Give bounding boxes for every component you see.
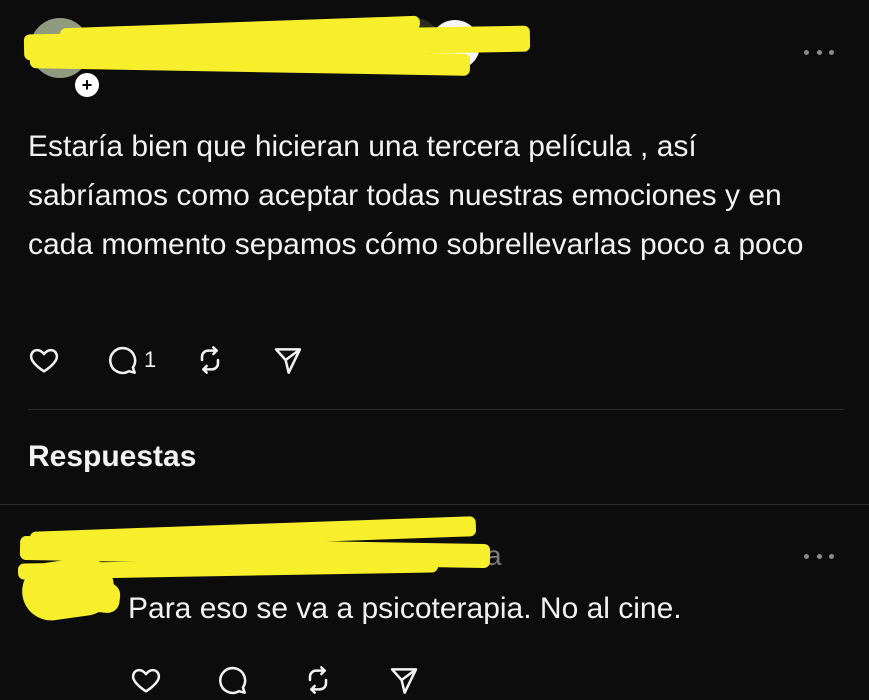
divider xyxy=(28,409,844,410)
send-icon xyxy=(390,668,418,694)
like-button[interactable] xyxy=(130,664,162,696)
reply-button[interactable]: 1 xyxy=(106,344,156,376)
send-icon xyxy=(274,348,302,374)
more-options-icon[interactable] xyxy=(804,46,834,58)
repost-button[interactable] xyxy=(302,664,334,696)
repost-button[interactable] xyxy=(194,344,226,376)
reply-actions xyxy=(130,664,420,696)
more-options-icon[interactable] xyxy=(804,550,834,562)
like-button[interactable] xyxy=(28,344,60,376)
post-text: Estaría bien que hicieran una tercera pe… xyxy=(28,130,804,261)
divider xyxy=(0,504,869,505)
replies-section-title: Respuestas xyxy=(28,440,197,473)
comment-icon xyxy=(109,346,137,375)
repost-icon xyxy=(308,666,328,694)
reply-text: Para eso se va a psicoterapia. No al cin… xyxy=(128,592,682,625)
repost-icon xyxy=(200,346,220,374)
post-header: + xyxy=(0,0,869,100)
heart-icon xyxy=(131,668,161,693)
comment-icon xyxy=(219,666,247,695)
reply-button[interactable] xyxy=(216,664,248,696)
share-button[interactable] xyxy=(388,664,420,696)
follow-plus-icon[interactable]: + xyxy=(72,70,102,100)
post-actions: 1 xyxy=(28,344,304,376)
heart-icon xyxy=(29,348,59,373)
share-button[interactable] xyxy=(272,344,304,376)
reply-count: 1 xyxy=(144,347,157,372)
